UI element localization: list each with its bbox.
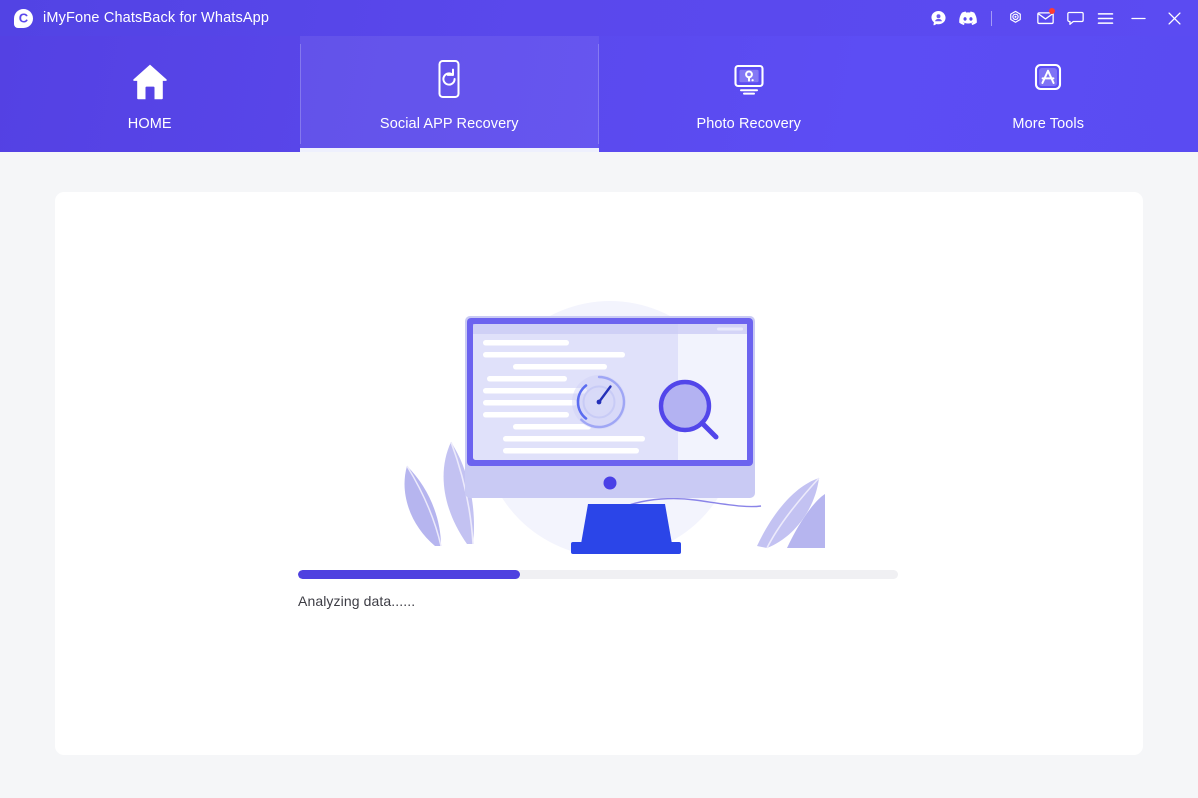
nav-tab-more-tools[interactable]: More Tools	[899, 36, 1198, 152]
status-text: Analyzing data......	[298, 593, 416, 609]
nav-tab-home-label: HOME	[127, 115, 172, 132]
mail-badge	[1049, 8, 1055, 14]
progress-section: Analyzing data......	[298, 570, 898, 609]
account-icon[interactable]	[923, 0, 953, 36]
menu-icon[interactable]	[1090, 0, 1120, 36]
home-icon	[128, 57, 172, 101]
analyzing-computer-illustration	[395, 294, 825, 554]
close-icon[interactable]	[1156, 0, 1192, 36]
nav-tab-more-tools-label: More Tools	[1012, 115, 1085, 132]
window-controls	[923, 0, 1198, 36]
minimize-icon[interactable]	[1120, 0, 1156, 36]
discord-icon[interactable]	[953, 0, 983, 36]
settings-icon[interactable]	[1000, 0, 1030, 36]
nav-tab-photo-recovery-label: Photo Recovery	[696, 115, 802, 132]
logo-letter: C	[18, 10, 29, 26]
app-store-icon	[1028, 57, 1068, 101]
nav-tab-home[interactable]: HOME	[0, 36, 300, 152]
nav-tab-social-app-recovery[interactable]: Social APP Recovery	[299, 36, 599, 152]
progress-bar-track	[298, 570, 898, 579]
active-tab-indicator	[299, 148, 599, 152]
monitor-photo-icon	[727, 57, 771, 101]
chatsback-logo-icon: C	[14, 8, 33, 28]
progress-bar-fill	[298, 570, 520, 579]
title-bar: C iMyFone ChatsBack for WhatsApp	[0, 0, 1198, 36]
nav-tab-social-app-recovery-label: Social APP Recovery	[379, 115, 519, 132]
separator	[991, 10, 992, 26]
nav-tab-photo-recovery[interactable]: Photo Recovery	[599, 36, 899, 152]
refresh-phone-icon	[429, 57, 469, 101]
feedback-icon[interactable]	[1060, 0, 1090, 36]
app-title: iMyFone ChatsBack for WhatsApp	[43, 10, 270, 26]
content-card: Analyzing data......	[55, 192, 1143, 755]
mail-icon[interactable]	[1030, 0, 1060, 36]
main-navigation: HOME Social APP Recovery Photo Recovery …	[0, 36, 1198, 152]
